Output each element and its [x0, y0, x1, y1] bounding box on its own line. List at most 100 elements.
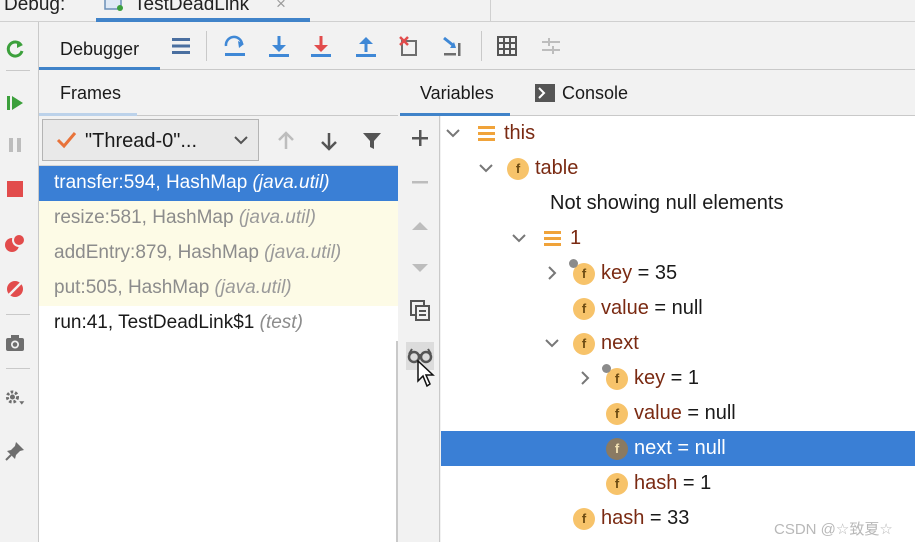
tab-variables[interactable]: Variables: [400, 70, 510, 116]
trace-icon[interactable]: [537, 32, 565, 60]
frame-row[interactable]: put:505, HashMap (java.util): [39, 271, 398, 306]
variable-row[interactable]: f value = null: [441, 291, 915, 326]
frame-row[interactable]: addEntry:879, HashMap (java.util): [39, 236, 398, 271]
run-config-tab[interactable]: TestDeadLink ×: [96, 0, 310, 22]
drop-frame-icon[interactable]: [395, 32, 423, 60]
field-icon: f: [573, 333, 595, 355]
frame-method: addEntry:879, HashMap: [54, 242, 259, 263]
chevron-down-icon[interactable]: [479, 161, 493, 175]
variable-row[interactable]: this: [441, 116, 915, 151]
view-breakpoints-icon[interactable]: [4, 232, 26, 254]
chevron-down-icon[interactable]: [512, 231, 526, 245]
variable-value: = null: [671, 437, 726, 459]
frame-method: run:41, TestDeadLink$1: [54, 312, 255, 333]
variable-value: = 35: [632, 262, 678, 284]
previous-frame-icon[interactable]: [271, 126, 301, 156]
divider: [206, 31, 207, 61]
divider: [6, 368, 30, 369]
add-watch-icon[interactable]: [406, 124, 434, 152]
move-down-icon[interactable]: [406, 254, 434, 282]
variable-name: key: [601, 262, 633, 284]
layout-icon[interactable]: [167, 32, 195, 60]
frame-package: (java.util): [233, 207, 316, 228]
debug-left-toolbar: [0, 22, 39, 542]
checkmark-icon: [56, 132, 77, 149]
variable-name: key: [634, 367, 666, 389]
camera-icon[interactable]: [4, 332, 26, 354]
thread-dropdown[interactable]: "Thread-0"...: [42, 119, 259, 161]
step-out-icon[interactable]: [352, 32, 380, 60]
thread-dropdown-label: "Thread-0"...: [85, 130, 198, 152]
frame-row[interactable]: transfer:594, HashMap (java.util): [39, 166, 398, 201]
run-to-cursor-icon[interactable]: [439, 32, 467, 60]
variable-value: = 33: [644, 507, 690, 529]
variable-row[interactable]: Not showing null elements: [441, 186, 915, 221]
variable-row[interactable]: f table: [441, 151, 915, 186]
frame-method: put:505, HashMap: [54, 277, 210, 298]
evaluate-expression-icon[interactable]: [493, 32, 521, 60]
filter-icon[interactable]: [357, 126, 387, 156]
object-icon: [544, 231, 561, 246]
field-icon: f: [573, 298, 595, 320]
variable-row[interactable]: f next: [441, 326, 915, 361]
variables-toolbar: [400, 116, 440, 542]
variable-value: = null: [681, 402, 736, 424]
tab-frames[interactable]: Frames: [39, 70, 137, 116]
resume-icon[interactable]: [4, 92, 26, 114]
field-icon: f: [606, 403, 628, 425]
pin-icon[interactable]: [4, 440, 26, 462]
variable-name: next: [634, 437, 672, 459]
debugger-toolbar: Debugger: [39, 22, 915, 70]
variable-name: hash: [601, 507, 645, 529]
copy-icon[interactable]: [406, 296, 434, 324]
application-icon: [104, 0, 123, 11]
tab-variables-label: Variables: [420, 83, 494, 103]
mute-breakpoints-icon[interactable]: [4, 278, 26, 300]
chevron-right-icon[interactable]: [545, 266, 559, 280]
variable-row[interactable]: f next = null: [441, 431, 915, 466]
rerun-icon[interactable]: [4, 38, 26, 60]
variable-name: value: [601, 297, 649, 319]
move-up-icon[interactable]: [406, 212, 434, 240]
variable-row[interactable]: f hash = 1: [441, 466, 915, 501]
debug-label: Debug:: [4, 0, 66, 15]
step-into-icon[interactable]: [265, 32, 293, 60]
variable-label: this: [504, 116, 535, 151]
chevron-right-icon[interactable]: [578, 371, 592, 385]
next-frame-icon[interactable]: [314, 126, 344, 156]
divider: [481, 31, 482, 61]
chevron-down-icon[interactable]: [446, 126, 460, 140]
frame-row[interactable]: resize:581, HashMap (java.util): [39, 201, 398, 236]
remove-watch-icon[interactable]: [406, 168, 434, 196]
frame-row[interactable]: run:41, TestDeadLink$1 (test): [39, 306, 398, 341]
close-tab-icon[interactable]: ×: [276, 0, 286, 14]
object-icon: [478, 126, 495, 141]
variable-label: hash = 33: [601, 501, 689, 536]
chevron-down-icon[interactable]: [545, 336, 559, 350]
variable-name: this: [504, 122, 536, 144]
variable-label: table: [535, 151, 578, 186]
variables-header: Variables Console: [400, 70, 915, 116]
variable-label: value = null: [634, 396, 736, 431]
tab-debugger[interactable]: Debugger: [39, 22, 160, 70]
frame-package: (test): [254, 312, 303, 333]
divider: [490, 0, 491, 22]
final-modifier-icon: [602, 364, 611, 373]
force-step-into-icon[interactable]: [307, 32, 335, 60]
field-icon: f: [606, 473, 628, 495]
variable-row[interactable]: 1: [441, 221, 915, 256]
variable-label: next = null: [634, 431, 726, 466]
variable-name: 1: [570, 227, 582, 249]
stop-icon[interactable]: [4, 178, 26, 200]
console-icon: [535, 84, 555, 102]
divider: [6, 70, 30, 71]
variable-row[interactable]: f key = 35: [441, 256, 915, 291]
variable-label: 1: [570, 221, 581, 256]
settings-gear-icon[interactable]: [4, 386, 26, 408]
variables-tree: this f table Not showing null elements 1 f key…: [441, 116, 915, 542]
step-over-icon[interactable]: [221, 32, 249, 60]
pause-icon[interactable]: [4, 134, 26, 156]
chevron-down-icon: [234, 136, 248, 145]
variable-row[interactable]: f key = 1: [441, 361, 915, 396]
variable-row[interactable]: f value = null: [441, 396, 915, 431]
